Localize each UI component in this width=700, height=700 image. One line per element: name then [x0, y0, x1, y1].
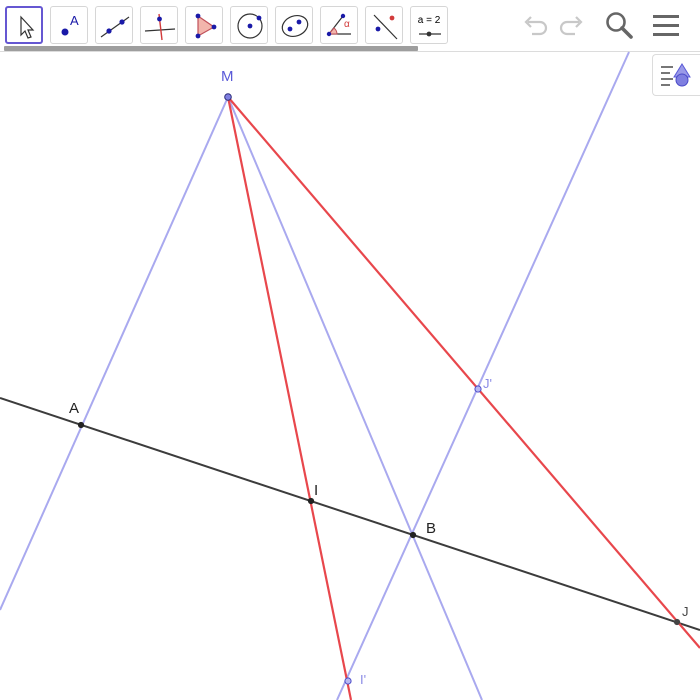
point-label-m: M: [221, 68, 234, 85]
point-j-prime[interactable]: [474, 385, 482, 393]
point-m[interactable]: [224, 93, 232, 101]
point-a[interactable]: [77, 421, 85, 429]
line-m-a[interactable]: [0, 96, 229, 611]
line-m-b[interactable]: [227, 96, 483, 700]
line-m-i[interactable]: [226, 96, 353, 700]
point-label-b: B: [426, 520, 436, 537]
point-label-i: I: [314, 482, 318, 499]
point-j[interactable]: [673, 618, 681, 626]
graphics-view[interactable]: M A I B J J' I': [0, 0, 700, 700]
point-i-prime[interactable]: [344, 677, 352, 685]
point-label-j-prime: J': [483, 376, 492, 391]
point-label-a: A: [69, 400, 79, 417]
point-b[interactable]: [409, 531, 417, 539]
point-label-i-prime: I': [360, 672, 366, 687]
line-a-b[interactable]: [0, 397, 700, 631]
line-m-j[interactable]: [227, 96, 700, 649]
point-label-j: J: [682, 604, 689, 619]
